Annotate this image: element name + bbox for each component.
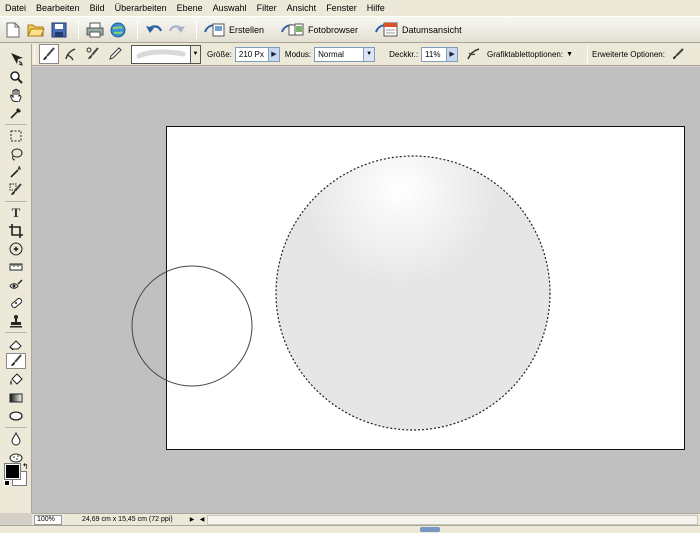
redo-icon[interactable] [167,20,187,40]
photo-browser-label: Fotobrowser [308,24,359,35]
impressionist-brush-icon[interactable] [61,44,81,64]
opacity-label: Deckkr.: [389,49,419,59]
date-view-icon [374,21,398,39]
mode-select[interactable]: Normal [314,46,365,62]
advanced-options-label: Erweiterte Optionen: [592,49,665,59]
hand-tool-icon[interactable] [6,87,26,103]
status-bar: 100% 24,69 cm x 15,45 cm (72 ppi) ▶ ◀ [32,513,700,525]
online-services-icon[interactable] [108,20,128,40]
lasso-tool-icon[interactable] [6,146,26,162]
shortcuts-bar: Erstellen Fotobrowser Datumsansicht [0,17,700,43]
date-view-button[interactable]: Datumsansicht [374,21,462,39]
size-slider-arrow[interactable]: ▶ [268,46,280,62]
menu-ebene[interactable]: Ebene [172,0,208,17]
size-field[interactable]: 210 Px [234,46,269,62]
pencil-icon[interactable] [105,44,125,64]
menu-hilfe[interactable]: Hilfe [362,0,390,17]
palette-bin-strip [0,525,700,533]
mode-label: Modus: [284,49,312,59]
paint-bucket-tool-icon[interactable] [6,372,26,388]
size-label: Größe: [207,49,232,59]
brush-tool-icon[interactable] [6,353,26,369]
foreground-color-swatch-top[interactable] [4,463,21,480]
new-file-icon[interactable] [3,20,23,40]
toolbar-separator [137,20,138,39]
document-workspace[interactable] [32,67,700,513]
options-separator [34,45,35,63]
tool-options-bar: ▼ Größe: 210 Px ▶ Modus: Normal ▼ Deckkr… [0,43,700,66]
magic-wand-tool-icon[interactable] [6,164,26,180]
color-replacement-icon[interactable] [83,44,103,64]
menu-ueberarbeiten[interactable]: Überarbeiten [110,0,172,17]
brush-mode-icon[interactable] [39,44,59,64]
menu-bearbeiten[interactable]: Bearbeiten [31,0,85,17]
cookie-cutter-tool-icon[interactable] [6,241,26,257]
toolbar-separator [196,20,197,39]
menu-bar: Datei Bearbeiten Bild Überarbeiten Ebene… [0,0,700,17]
eraser-tool-icon[interactable] [6,336,26,352]
mode-dropdown-arrow[interactable]: ▼ [364,46,376,62]
photo-browser-button[interactable]: Fotobrowser [280,21,358,39]
status-menu-arrow-icon[interactable]: ▶ [187,515,197,525]
toolbox-separator [5,427,27,428]
toolbar-separator [78,20,79,39]
scroll-left-icon[interactable]: ◀ [197,515,207,525]
advanced-brush-icon[interactable] [668,44,688,64]
menu-auswahl[interactable]: Auswahl [208,0,252,17]
print-icon[interactable] [85,20,105,40]
eyedropper-tool-icon[interactable] [6,105,26,121]
tablet-options-label[interactable]: Grafiktablettoptionen: [487,50,563,59]
menu-bild[interactable]: Bild [85,0,110,17]
default-colors-icon[interactable] [4,480,10,486]
toolbox: T ↰ [0,44,32,513]
crop-tool-icon[interactable] [6,223,26,239]
palette-bin-toggle[interactable] [420,527,440,532]
menu-datei[interactable]: Datei [0,0,31,17]
canvas-overlay [131,155,551,431]
menu-ansicht[interactable]: Ansicht [282,0,322,17]
date-view-label: Datumsansicht [402,24,462,35]
document-size: 24,69 cm x 15,45 cm (72 ppi) [82,516,173,523]
opacity-field[interactable]: 11% [421,46,448,62]
opacity-slider-arrow[interactable]: ▶ [447,46,459,62]
open-folder-icon[interactable] [26,20,46,40]
spot-healing-tool-icon[interactable] [6,295,26,311]
zoom-tool-icon[interactable] [6,69,26,85]
blur-tool-icon[interactable] [6,431,26,447]
red-eye-tool-icon[interactable] [6,277,26,293]
photo-browser-icon [280,21,304,39]
zoom-field[interactable]: 100% [34,514,62,525]
toolbox-separator [5,332,27,333]
save-icon[interactable] [49,20,69,40]
brush-preset-preview[interactable] [131,44,191,64]
move-tool-icon[interactable] [6,51,26,67]
menu-filter[interactable]: Filter [252,0,282,17]
undo-icon[interactable] [144,20,164,40]
swap-colors-icon[interactable]: ↰ [22,462,29,471]
marquee-tool-icon[interactable] [6,128,26,144]
create-button[interactable]: Erstellen [203,21,264,39]
create-label: Erstellen [229,24,265,35]
selection-brush-tool-icon[interactable] [6,182,26,198]
toolbox-separator [5,201,27,202]
create-icon [203,21,225,39]
type-tool-icon[interactable]: T [6,205,26,221]
tablet-options-arrow[interactable]: ▼ [566,51,573,58]
brush-preset-dropdown[interactable]: ▼ [191,44,201,64]
shape-tool-icon[interactable] [6,408,26,424]
toolbox-separator [5,124,27,125]
brush-cursor-outline [131,265,253,387]
menu-fenster[interactable]: Fenster [321,0,362,17]
straighten-tool-icon[interactable] [6,259,26,275]
options-separator [587,45,589,63]
clone-stamp-tool-icon[interactable] [6,313,26,329]
painted-circle [276,156,550,430]
airbrush-icon[interactable] [464,44,484,64]
gradient-tool-icon[interactable] [6,390,26,406]
horizontal-scrollbar[interactable] [207,514,698,525]
